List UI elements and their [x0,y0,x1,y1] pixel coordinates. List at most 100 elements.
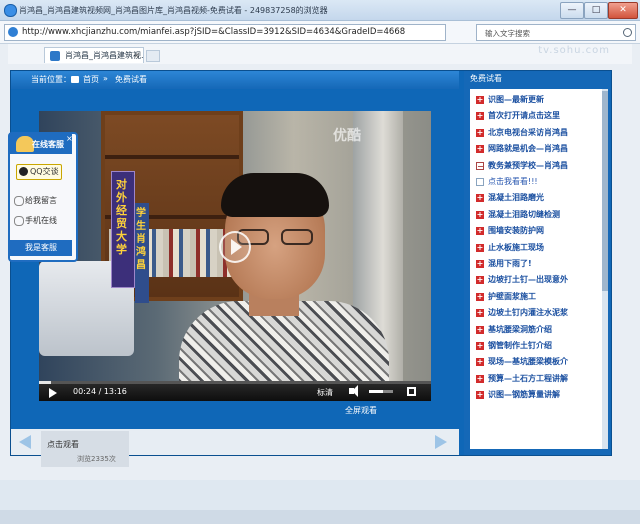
video-list-title: 免费试看 [470,74,502,83]
new-tab-button[interactable] [146,50,160,62]
video-list-item-label[interactable]: 首次打开请点击这里 [488,109,560,123]
breadcrumb-home-link[interactable]: 首页 [83,74,99,85]
message-icon [14,196,24,206]
close-window-button[interactable]: ✕ [608,2,638,19]
related-videos-strip: 点击观看 浏览2335次 [11,429,459,467]
maximize-button[interactable]: □ [584,2,608,19]
student-sign-text: 学生 肖鸿昌 [136,208,146,271]
video-list-item-label[interactable]: 边坡打土钉—出现意外 [488,273,568,287]
play-pause-button[interactable] [49,388,57,398]
search-icon[interactable] [623,28,632,37]
video-list-item-label[interactable]: 识图—最新更新 [488,93,544,107]
center-play-button[interactable] [219,231,251,263]
volume-slider[interactable] [369,390,393,393]
expand-icon[interactable]: + [476,227,484,236]
url-field[interactable]: http://www.xhcjianzhu.com/mianfei.asp?jS… [4,24,446,41]
main-content: 当前位置： 首页 » 免费试看 对外经贸大学 学生 肖鸿昌 优酷 00:24 /… [10,70,612,467]
tab-active[interactable]: 肖鸿昌_肖鸿昌建筑视... × [44,47,144,63]
video-list-item-label[interactable]: 混用下雨了! [488,257,532,271]
expand-icon[interactable]: + [476,260,484,268]
tab-close-icon[interactable]: × [133,48,140,63]
video-list-item-label[interactable]: 网路就是机会—肖鸿昌 [488,142,568,156]
video-list-item-label[interactable]: 围墙安装防护网 [488,224,544,238]
breadcrumb-separator: » [103,74,108,83]
expand-icon[interactable]: + [476,128,484,137]
video-list-item-label[interactable]: 基坑腰梁洞筋介绍 [488,323,552,337]
video-list-item-label[interactable]: 点击我看看!!! [488,175,538,189]
student-sign: 学生 肖鸿昌 [135,203,149,303]
bullet-icon[interactable] [476,178,484,186]
time-display: 00:24 / 13:16 [73,387,127,396]
video-list-item-label[interactable]: 现场—基坑腰梁模板介 [488,355,568,369]
expand-icon[interactable]: + [476,358,484,367]
video-list-item-label[interactable]: 教务兼预学校—肖鸿昌 [488,159,568,173]
url-text: http://www.xhcjianzhu.com/mianfei.asp?jS… [22,27,406,37]
presenter-hair [221,173,329,217]
scrollbar[interactable] [602,89,608,449]
minimize-button[interactable]: — [560,2,584,19]
page-icon [8,27,18,37]
expand-icon[interactable]: + [476,342,484,350]
service-widget-title: 在线客服 [32,140,64,149]
expand-icon[interactable]: + [476,145,484,154]
page-viewport: 肖鸿昌_肖鸿昌建筑视... × tv.sohu.com 当前位置： 首页 » 免… [0,44,640,524]
volume-fill [369,390,384,393]
arrow-left-icon[interactable] [19,435,31,449]
browser-title-bar: 肖鸿昌_肖鸿昌建筑视频网_肖鸿昌图片库_肖鸿昌视频-免费试看 - 2498372… [0,0,640,21]
service-footer[interactable]: 我是客服 [10,240,72,256]
sohu-watermark: tv.sohu.com [538,45,610,56]
qq-penguin-icon [19,167,28,176]
university-sign: 对外经贸大学 [111,171,135,288]
home-icon [71,76,79,83]
expand-icon[interactable]: + [476,112,484,121]
video-list-item-label[interactable]: 混凝土泪路切缝检测 [488,208,560,222]
video-player[interactable]: 对外经贸大学 学生 肖鸿昌 优酷 00:24 / 13:16 标清 [39,111,431,401]
expand-icon[interactable]: + [476,243,484,252]
related-video-card[interactable]: 点击观看 浏览2335次 [41,431,129,467]
video-list-item-label[interactable]: 止水板施工现场 [488,241,544,255]
related-video-views: 浏览2335次 [77,455,116,463]
video-list-item-label[interactable]: 护壁面浆施工 [488,290,536,304]
related-video-title[interactable]: 点击观看 [47,439,79,450]
collapse-icon[interactable]: − [476,161,484,170]
qq-chat-button[interactable]: QQ交谈 [16,164,62,180]
video-frame[interactable]: 对外经贸大学 学生 肖鸿昌 优酷 [39,111,431,381]
player-controls: 00:24 / 13:16 标清 [39,381,431,401]
scrollbar-thumb[interactable] [602,91,608,291]
expand-icon[interactable]: + [476,309,484,318]
breadcrumb-current: 免费试看 [115,75,147,84]
video-list-item-label[interactable]: 预算—土石方工程讲解 [488,372,568,386]
window-title: 肖鸿昌_肖鸿昌建筑视频网_肖鸿昌图片库_肖鸿昌视频-免费试看 - 2498372… [19,6,328,15]
video-list-item-label[interactable]: 钢管制作土钉介绍 [488,339,552,353]
arrow-right-icon[interactable] [435,435,447,449]
quality-button[interactable]: 标清 [317,387,333,398]
expand-icon[interactable]: + [476,292,484,301]
progress-bar[interactable] [39,381,431,384]
expand-icon[interactable]: + [476,276,484,285]
browser-logo-icon [4,4,17,17]
expand-icon[interactable]: + [476,194,484,203]
youku-logo: 优酷 [333,128,361,144]
mouse-cursor-icon [556,234,562,244]
expand-icon[interactable]: + [476,374,484,383]
tab-favicon-icon [50,51,60,61]
service-close-icon[interactable]: × [66,134,73,143]
service-widget-header: 在线客服 × [10,134,73,154]
fullscreen-icon[interactable] [407,387,416,396]
search-input[interactable]: 输入文字搜索 [476,24,636,41]
video-list-item-label[interactable]: 边坡土钉内灌注水泥浆 [488,306,568,320]
expand-icon[interactable]: + [476,210,484,219]
tab-label: 肖鸿昌_肖鸿昌建筑视... [65,51,144,60]
video-list-item-label[interactable]: 混凝土泪路磨光 [488,191,544,205]
expand-icon[interactable]: + [476,325,484,334]
phone-icon [14,216,24,226]
video-list-item-label[interactable]: 识图—钢筋算量讲解 [488,388,560,402]
online-service-widget: 在线客服 × QQ交谈 给我留言 手机在线 我是客服 [8,132,78,262]
expand-icon[interactable]: + [476,96,484,104]
volume-icon[interactable] [349,385,358,397]
breadcrumb: 当前位置： 首页 » 免费试看 [11,71,459,89]
video-list: + 识图—最新更新 + 首次打开请点击这里 + 北京电视台采访肖鸿昌 + 网路就是机会—肖鸿昌… [470,89,602,449]
expand-icon[interactable]: + [476,391,484,400]
video-list-item-label[interactable]: 北京电视台采访肖鸿昌 [488,126,568,140]
fullscreen-link[interactable]: 全屏观看 [345,405,377,416]
